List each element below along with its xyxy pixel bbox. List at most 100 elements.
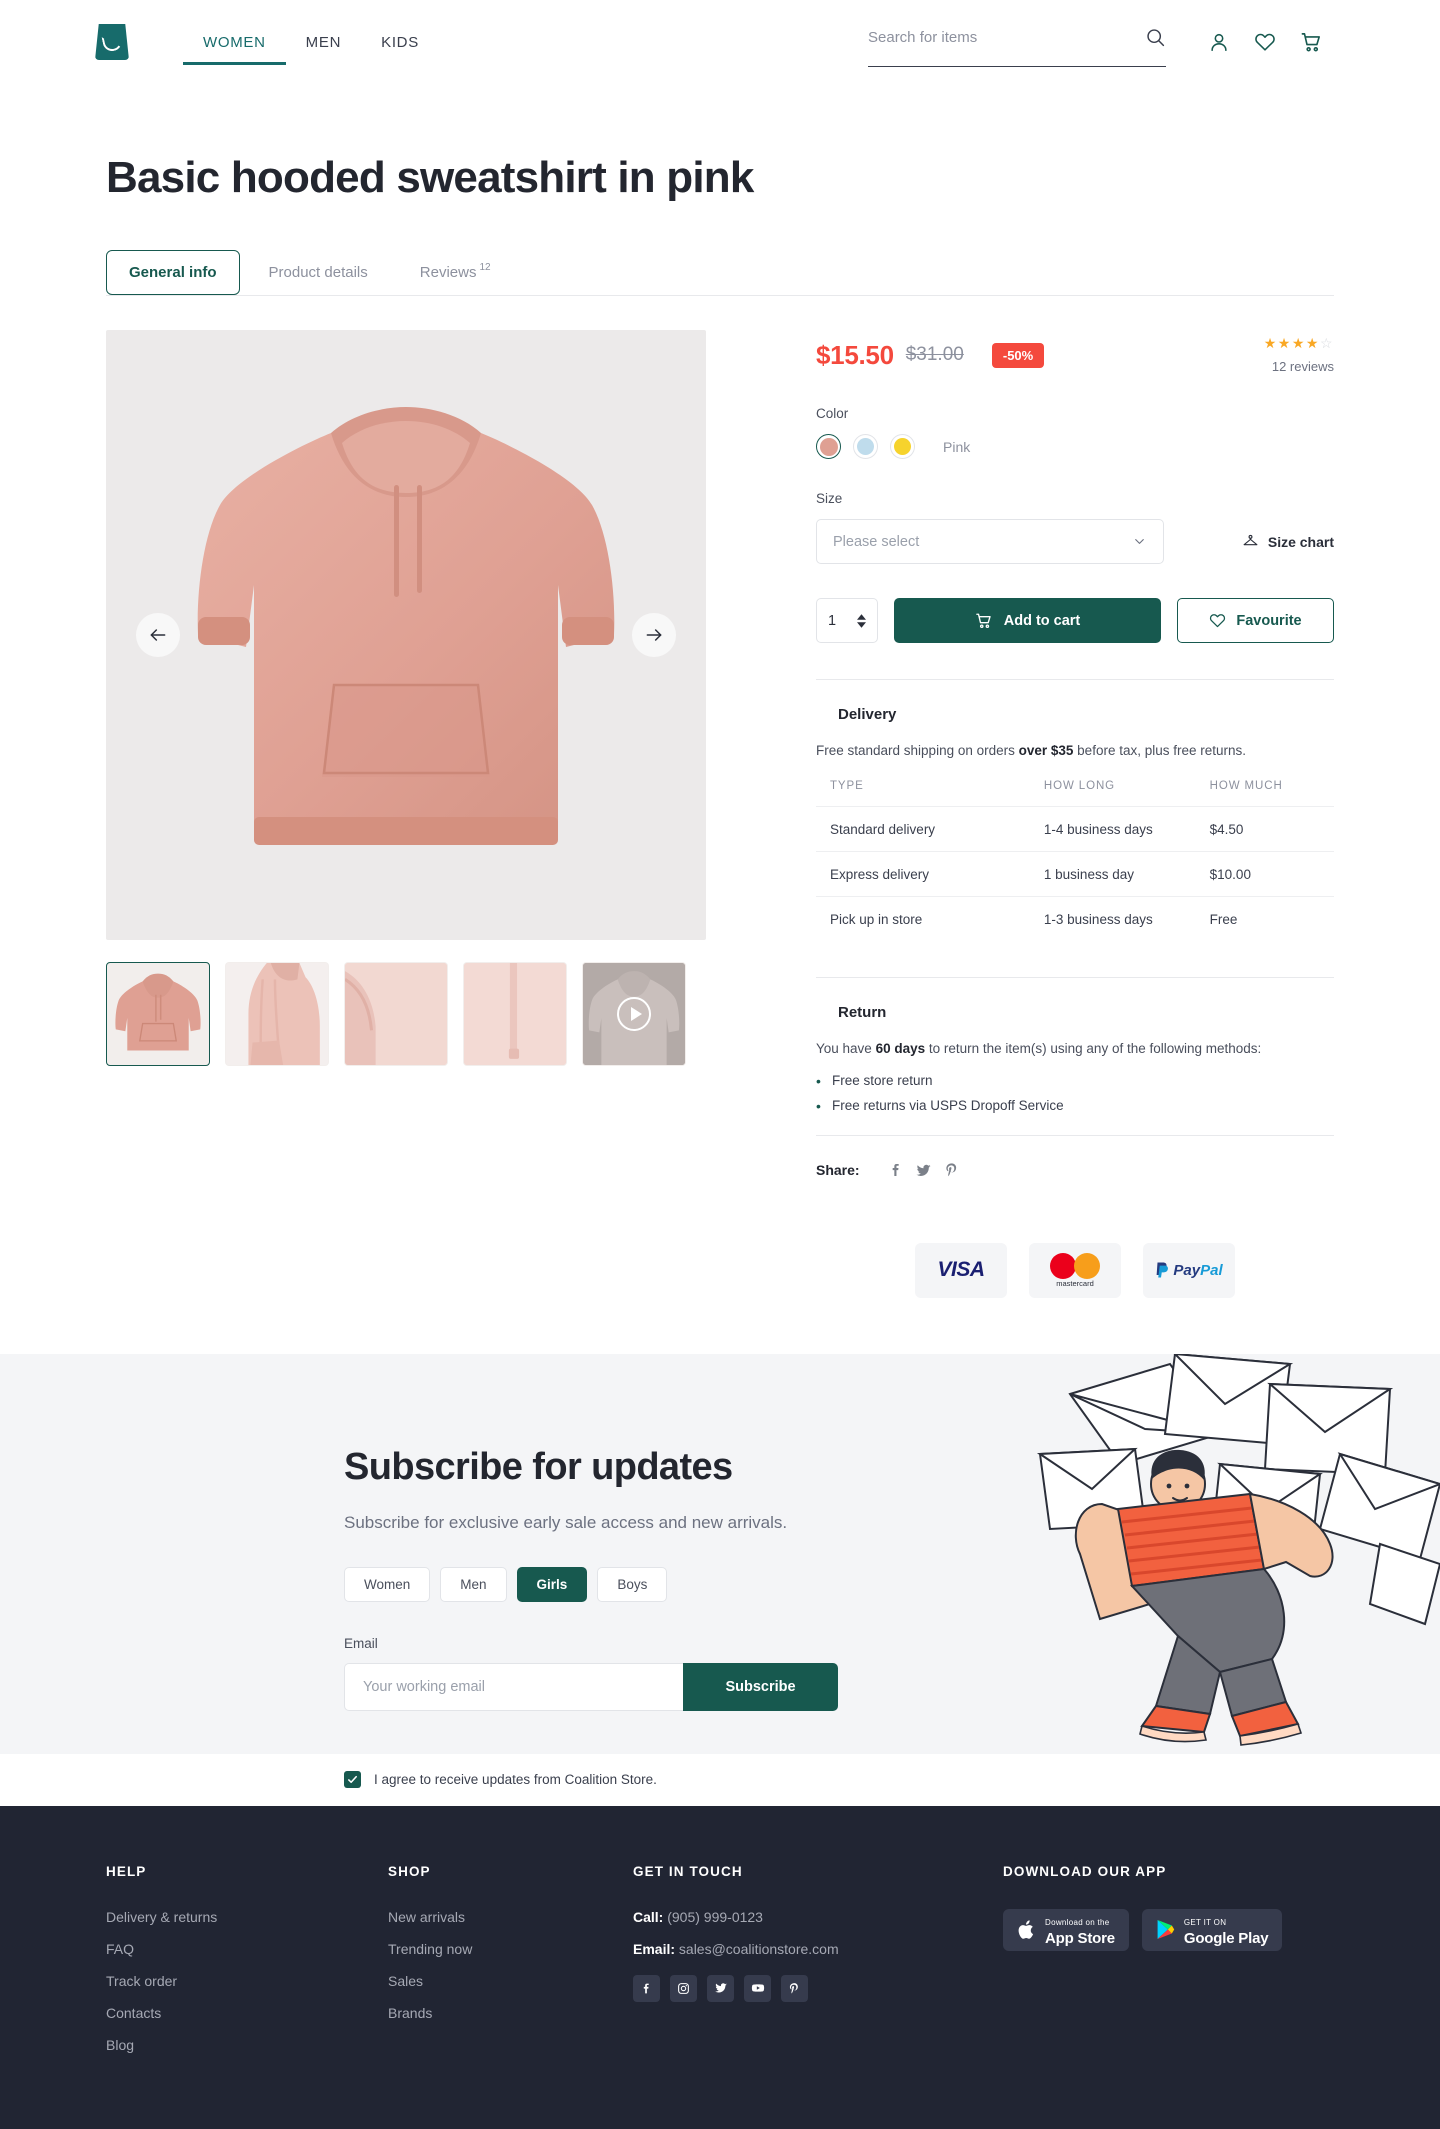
logo[interactable] xyxy=(84,24,140,60)
footer-column-help: HELP Delivery & returns FAQ Track order … xyxy=(106,1864,388,2069)
delivery-row-2-type: Pick up in store xyxy=(816,895,1044,941)
footer-link-blog[interactable]: Blog xyxy=(106,2037,388,2053)
footer-email-value[interactable]: sales@coalitionstore.com xyxy=(679,1941,839,1957)
footer-shop-heading: SHOP xyxy=(388,1863,431,1879)
pinterest-icon[interactable] xyxy=(938,1162,966,1178)
tabs-divider xyxy=(106,295,1334,297)
footer-link-new-arrivals[interactable]: New arrivals xyxy=(388,1909,633,1925)
star-rating-icon: ★★★★☆ xyxy=(1263,335,1334,352)
thumbnail-fabric-detail[interactable] xyxy=(344,962,448,1067)
search-icon[interactable] xyxy=(1145,17,1166,57)
footer-link-track-order[interactable]: Track order xyxy=(106,1973,388,1989)
footer-link-faq[interactable]: FAQ xyxy=(106,1941,388,1957)
product-layout: $15.50 $31.00 -50% ★★★★☆ 12 reviews Colo… xyxy=(106,330,1334,1298)
chip-men[interactable]: Men xyxy=(440,1566,507,1602)
footer-link-brands[interactable]: Brands xyxy=(388,2005,633,2021)
instagram-icon[interactable] xyxy=(670,1974,697,2002)
facebook-icon[interactable] xyxy=(633,1974,660,2002)
twitter-icon[interactable] xyxy=(910,1162,938,1179)
product-tabs: General info Product details Reviews 12 xyxy=(106,250,1334,296)
color-swatch-yellow[interactable] xyxy=(890,434,915,460)
google-play-badge[interactable]: GET IT ON Google Play xyxy=(1141,1908,1283,1951)
footer-contact-heading: GET IN TOUCH xyxy=(633,1863,743,1879)
pinterest-icon[interactable] xyxy=(781,1974,808,2002)
search-box[interactable] xyxy=(868,17,1166,67)
chip-boys[interactable]: Boys xyxy=(597,1566,668,1602)
chip-women[interactable]: Women xyxy=(344,1566,431,1602)
delivery-note-suffix: before tax, plus free returns. xyxy=(1073,743,1247,759)
carousel-prev-arrow-icon[interactable] xyxy=(136,613,180,658)
wishlist-heart-icon[interactable] xyxy=(1242,22,1288,62)
size-chart-link[interactable]: Size chart xyxy=(1242,533,1334,550)
nav-item-women[interactable]: WOMEN xyxy=(183,0,286,84)
delivery-row-1-type: Express delivery xyxy=(816,850,1044,897)
tab-product-details[interactable]: Product details xyxy=(246,250,391,295)
account-icon[interactable] xyxy=(1196,22,1242,62)
quantity-stepper[interactable]: 1 xyxy=(816,598,878,644)
subscribe-form-block: Subscribe for updates Subscribe for excl… xyxy=(0,1354,1440,1711)
app-store-text: Download on the App Store xyxy=(1045,1912,1115,1947)
favourite-button[interactable]: Favourite xyxy=(1177,598,1334,644)
size-select[interactable]: Please select xyxy=(816,519,1164,565)
footer-call-label: Call: xyxy=(633,1908,664,1925)
shopping-bag-logo-icon xyxy=(95,24,129,60)
twitter-icon[interactable] xyxy=(707,1974,734,2002)
return-note-prefix: You have xyxy=(816,1040,876,1056)
subscribe-button[interactable]: Subscribe xyxy=(683,1662,838,1711)
delivery-note-prefix: Free standard shipping on orders xyxy=(816,743,1019,759)
tab-reviews[interactable]: Reviews 12 xyxy=(397,250,514,295)
product-section: Basic hooded sweatshirt in pink General … xyxy=(0,153,1440,1298)
delivery-row-0-price: $4.50 xyxy=(1209,805,1334,852)
footer-call-value[interactable]: (905) 999-0123 xyxy=(667,1909,763,1925)
tab-general-info[interactable]: General info xyxy=(106,250,240,296)
footer-link-delivery-returns[interactable]: Delivery & returns xyxy=(106,1909,388,1925)
chip-girls[interactable]: Girls xyxy=(516,1566,588,1602)
facebook-icon[interactable] xyxy=(882,1162,910,1178)
return-note-bold: 60 days xyxy=(875,1040,926,1056)
cart-icon xyxy=(975,612,993,630)
delivery-divider xyxy=(816,679,1334,681)
check-icon xyxy=(348,1776,357,1784)
color-swatch-blue[interactable] xyxy=(853,434,878,460)
price-row: $15.50 $31.00 -50% ★★★★☆ 12 reviews xyxy=(816,336,1334,374)
youtube-icon[interactable] xyxy=(744,1974,771,2002)
thumbnail-video-preview[interactable] xyxy=(582,962,686,1067)
app-store-badge[interactable]: Download on the App Store xyxy=(1003,1908,1129,1951)
footer-link-trending-now[interactable]: Trending now xyxy=(388,1941,633,1957)
add-to-cart-button[interactable]: Add to cart xyxy=(894,598,1161,644)
reviews-count: 12 reviews xyxy=(1271,359,1334,375)
favourite-label: Favourite xyxy=(1236,612,1302,629)
play-icon[interactable] xyxy=(617,997,651,1032)
nav-item-kids[interactable]: KIDS xyxy=(361,0,439,84)
tab-reviews-badge: 12 xyxy=(479,262,491,274)
mastercard-mark: mastercard xyxy=(1050,1253,1100,1288)
thumbnail-model-view[interactable] xyxy=(225,962,329,1067)
agree-label: I agree to receive updates from Coalitio… xyxy=(374,1772,657,1788)
thumbnail-seam-detail[interactable] xyxy=(463,962,567,1067)
nav-item-men[interactable]: MEN xyxy=(286,0,361,84)
color-swatch-pink-dot xyxy=(819,437,838,456)
agree-checkbox[interactable] xyxy=(344,1771,361,1789)
list-item: Free returns via USPS Dropoff Service xyxy=(816,1098,1334,1114)
footer-link-sales[interactable]: Sales xyxy=(388,1973,633,1989)
site-footer: HELP Delivery & returns FAQ Track order … xyxy=(0,1805,1440,2129)
email-input[interactable] xyxy=(344,1662,683,1711)
cart-icon[interactable] xyxy=(1288,22,1334,62)
product-info-panel: $15.50 $31.00 -50% ★★★★☆ 12 reviews Colo… xyxy=(706,330,1334,1298)
agree-bar: I agree to receive updates from Coalitio… xyxy=(0,1753,1440,1806)
main-product-image[interactable] xyxy=(106,330,706,941)
footer-link-contacts[interactable]: Contacts xyxy=(106,2005,388,2021)
tab-product-details-label: Product details xyxy=(268,264,368,282)
carousel-next-arrow-icon[interactable] xyxy=(632,613,676,658)
quantity-arrows-icon[interactable] xyxy=(857,614,866,628)
size-label: Size xyxy=(816,491,843,507)
purchase-row: 1 Add to cart Favourite xyxy=(816,598,1334,644)
rating-block[interactable]: ★★★★☆ 12 reviews xyxy=(1264,336,1334,374)
thumbnail-front-view[interactable] xyxy=(106,962,210,1067)
search-input[interactable] xyxy=(868,28,1145,46)
size-select-value: Please select xyxy=(833,533,920,550)
subscribe-category-chips: Women Men Girls Boys xyxy=(344,1566,1440,1602)
hanger-icon xyxy=(1242,533,1259,550)
color-swatch-pink[interactable] xyxy=(816,434,841,460)
table-row: Pick up in store 1-3 business days Free xyxy=(816,895,1334,941)
